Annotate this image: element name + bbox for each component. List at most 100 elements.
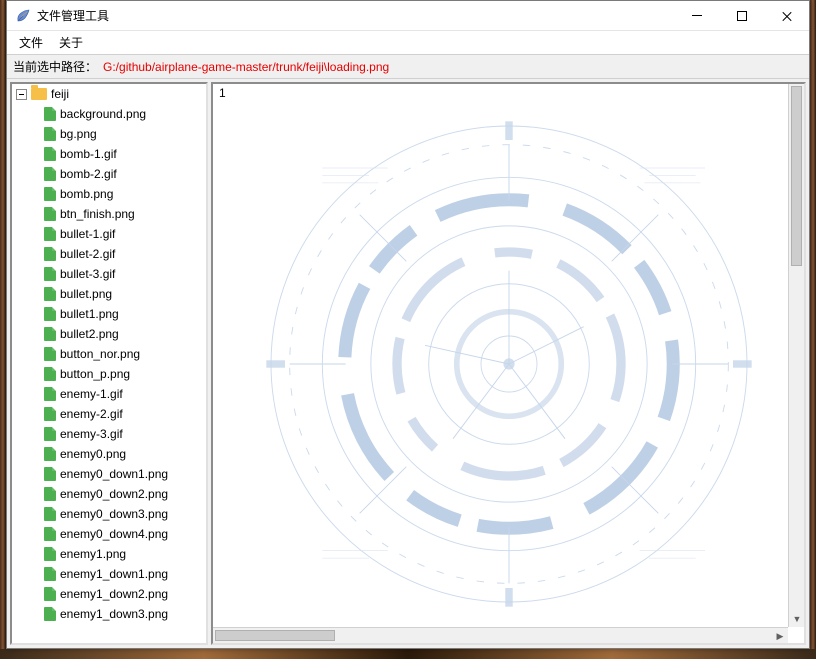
tree-file-label: enemy1_down1.png [60,567,168,581]
window-controls [674,1,809,30]
tree-file-row[interactable]: bomb.png [12,184,206,204]
tree-file-row[interactable]: enemy0_down4.png [12,524,206,544]
file-icon [44,507,56,521]
tree-file-row[interactable]: bullet-2.gif [12,244,206,264]
tree-file-row[interactable]: bomb-1.gif [12,144,206,164]
minimize-button[interactable] [674,1,719,30]
tree-file-row[interactable]: enemy-1.gif [12,384,206,404]
tree-file-row[interactable]: bullet-1.gif [12,224,206,244]
file-icon [44,607,56,621]
tree-root-label: feiji [51,87,69,101]
tree-file-label: bomb-1.gif [60,147,117,161]
tree-file-row[interactable]: bullet2.png [12,324,206,344]
file-icon [44,467,56,481]
file-icon [44,287,56,301]
preview-image [229,84,789,644]
tree-file-label: enemy1_down3.png [60,607,168,621]
maximize-icon [737,11,747,21]
path-value: G:/github/airplane-game-master/trunk/fei… [103,60,389,74]
file-tree-panel[interactable]: feiji background.png bg.png bomb-1.gif bomb… [10,82,208,645]
tree-file-label: enemy0_down1.png [60,467,168,481]
file-icon [44,307,56,321]
app-icon [15,8,31,24]
file-icon [44,427,56,441]
tree-file-label: background.png [60,107,146,121]
menubar: 文件 关于 [7,31,809,55]
menu-about[interactable]: 关于 [51,31,91,54]
file-icon [44,187,56,201]
file-icon [44,487,56,501]
file-icon [44,267,56,281]
close-icon [781,10,793,22]
file-icon [44,587,56,601]
menu-file[interactable]: 文件 [11,31,51,54]
tree-file-row[interactable]: enemy1_down2.png [12,584,206,604]
tree-file-label: enemy-3.gif [60,427,123,441]
tree-file-label: bullet.png [60,287,112,301]
file-icon [44,547,56,561]
tree-file-row[interactable]: enemy1_down3.png [12,604,206,624]
file-icon [44,147,56,161]
tree-file-label: enemy-1.gif [60,387,123,401]
tree-file-label: bomb-2.gif [60,167,117,181]
tree-file-label: btn_finish.png [60,207,135,221]
tree-file-row[interactable]: enemy0.png [12,444,206,464]
file-icon [44,247,56,261]
tree-file-row[interactable]: bg.png [12,124,206,144]
preview-panel: 1 [211,82,806,645]
tree-root-row[interactable]: feiji [12,84,206,104]
maximize-button[interactable] [719,1,764,30]
tree-file-label: enemy0_down2.png [60,487,168,501]
tree-file-row[interactable]: bullet-3.gif [12,264,206,284]
tree-file-label: bullet-3.gif [60,267,115,281]
tree-file-row[interactable]: enemy0_down3.png [12,504,206,524]
preview-scrollbar-vertical[interactable]: ▲ ▼ [788,84,804,627]
file-icon [44,167,56,181]
tree-file-label: enemy1_down2.png [60,587,168,601]
app-window: 文件管理工具 文件 关于 当前选中路径： G:/github/airplane-… [6,0,810,649]
tree-file-row[interactable]: enemy1.png [12,544,206,564]
window-title: 文件管理工具 [37,7,674,24]
scroll-down-icon[interactable]: ▼ [789,611,805,627]
file-icon [44,107,56,121]
folder-icon [31,88,47,100]
tree-file-row[interactable]: button_p.png [12,364,206,384]
desktop-bg-right [810,0,816,659]
tree-file-label: button_nor.png [60,347,140,361]
tree-file-label: bullet-2.gif [60,247,115,261]
file-icon [44,207,56,221]
tree-file-label: bg.png [60,127,97,141]
body-split: feiji background.png bg.png bomb-1.gif bomb… [7,79,809,648]
close-button[interactable] [764,1,809,30]
tree-file-label: button_p.png [60,367,130,381]
scroll-right-icon[interactable]: ▶ [772,628,788,644]
tree-file-row[interactable]: enemy0_down2.png [12,484,206,504]
file-icon [44,387,56,401]
file-icon [44,367,56,381]
file-icon [44,567,56,581]
file-icon [44,127,56,141]
expander-icon[interactable] [16,89,27,100]
tree-file-row[interactable]: background.png [12,104,206,124]
scroll-thumb-horizontal[interactable] [215,630,335,641]
tree-file-row[interactable]: enemy-2.gif [12,404,206,424]
minimize-icon [692,15,702,16]
file-icon [44,347,56,361]
tree-file-row[interactable]: enemy0_down1.png [12,464,206,484]
tree-file-row[interactable]: enemy-3.gif [12,424,206,444]
titlebar[interactable]: 文件管理工具 [7,1,809,31]
tree-file-row[interactable]: bullet1.png [12,304,206,324]
tree-file-label: enemy0_down4.png [60,527,168,541]
tree-file-label: bomb.png [60,187,113,201]
tree-file-row[interactable]: bullet.png [12,284,206,304]
tree-file-row[interactable]: bomb-2.gif [12,164,206,184]
tree-file-label: bullet2.png [60,327,119,341]
path-label: 当前选中路径： [13,58,97,75]
tree-file-label: enemy0.png [60,447,126,461]
preview-scrollbar-horizontal[interactable]: ◀ ▶ [213,627,788,643]
tree-file-row[interactable]: enemy1_down1.png [12,564,206,584]
tree-file-row[interactable]: button_nor.png [12,344,206,364]
scroll-thumb-vertical[interactable] [791,86,802,266]
tree-file-row[interactable]: btn_finish.png [12,204,206,224]
file-tree: feiji background.png bg.png bomb-1.gif bomb… [12,84,206,624]
